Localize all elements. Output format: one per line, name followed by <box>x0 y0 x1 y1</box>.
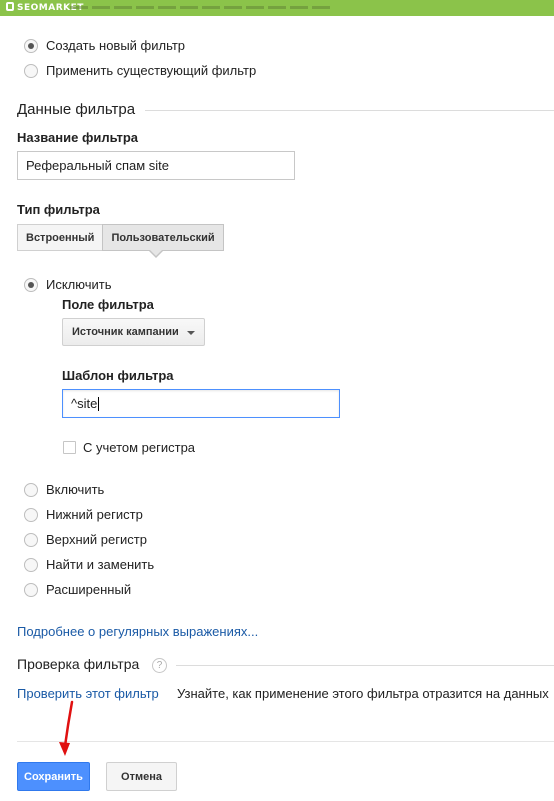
radio-search-replace[interactable] <box>24 558 38 572</box>
save-button[interactable]: Сохранить <box>17 762 90 791</box>
radio-include[interactable] <box>24 483 38 497</box>
radio-include-label[interactable]: Включить <box>46 482 104 497</box>
section-title-verify: Проверка фильтра <box>17 656 140 672</box>
case-sensitive-label[interactable]: С учетом регистра <box>83 440 195 455</box>
radio-search-replace-label[interactable]: Найти и заменить <box>46 557 154 572</box>
save-button-label: Сохранить <box>24 770 83 783</box>
radio-apply-existing[interactable] <box>24 64 38 78</box>
filter-field-value: Источник кампании <box>72 326 179 338</box>
verify-filter-link[interactable]: Проверить этот фильтр <box>17 686 159 701</box>
text-cursor <box>98 396 100 411</box>
radio-exclude[interactable] <box>24 278 38 292</box>
cropped-header-text <box>70 6 330 9</box>
radio-create-filter[interactable] <box>24 39 38 53</box>
radio-lowercase[interactable] <box>24 508 38 522</box>
tab-predefined-label: Встроенный <box>26 231 95 244</box>
radio-create-filter-label[interactable]: Создать новый фильтр <box>46 38 185 53</box>
filter-pattern-label: Шаблон фильтра <box>62 368 174 383</box>
verify-divider <box>176 665 554 666</box>
filter-pattern-value: ^site <box>71 396 98 411</box>
footer-divider <box>17 741 554 742</box>
section-divider <box>145 110 554 111</box>
filter-type-tabs: Встроенный Пользовательский <box>17 224 224 251</box>
filter-field-dropdown[interactable]: Источник кампании <box>62 318 205 346</box>
regex-help-link[interactable]: Подробнее о регулярных выражениях... <box>17 624 258 639</box>
filter-type-label: Тип фильтра <box>17 202 100 217</box>
filter-name-label: Название фильтра <box>17 130 138 145</box>
section-title-filter-data: Данные фильтра <box>17 101 136 118</box>
radio-exclude-label[interactable]: Исключить <box>46 277 112 292</box>
tab-predefined[interactable]: Встроенный <box>17 224 104 251</box>
help-icon-glyph: ? <box>156 660 163 671</box>
verify-description: Узнайте, как применение этого фильтра от… <box>177 686 549 701</box>
radio-apply-existing-label[interactable]: Применить существующий фильтр <box>46 63 256 78</box>
filter-pattern-input[interactable]: ^site <box>62 389 340 418</box>
filter-field-label: Поле фильтра <box>62 297 154 312</box>
tab-custom-label: Пользовательский <box>111 231 215 244</box>
radio-uppercase-label[interactable]: Верхний регистр <box>46 532 147 547</box>
cancel-button-label: Отмена <box>121 770 162 783</box>
active-tab-pointer <box>149 250 163 258</box>
filter-name-input[interactable]: Реферальный спам site <box>17 151 295 180</box>
annotation-arrow-icon <box>59 700 74 756</box>
case-sensitive-checkbox[interactable] <box>63 441 76 454</box>
cancel-button[interactable]: Отмена <box>106 762 177 791</box>
radio-advanced[interactable] <box>24 583 38 597</box>
brand-icon <box>6 2 14 11</box>
top-banner: SEOMARKET <box>0 0 554 16</box>
radio-uppercase[interactable] <box>24 533 38 547</box>
filter-name-value: Реферальный спам site <box>26 158 170 173</box>
help-icon[interactable]: ? <box>152 658 167 673</box>
radio-lowercase-label[interactable]: Нижний регистр <box>46 507 143 522</box>
chevron-down-icon <box>187 331 195 335</box>
radio-advanced-label[interactable]: Расширенный <box>46 582 131 597</box>
tab-custom[interactable]: Пользовательский <box>102 224 224 251</box>
